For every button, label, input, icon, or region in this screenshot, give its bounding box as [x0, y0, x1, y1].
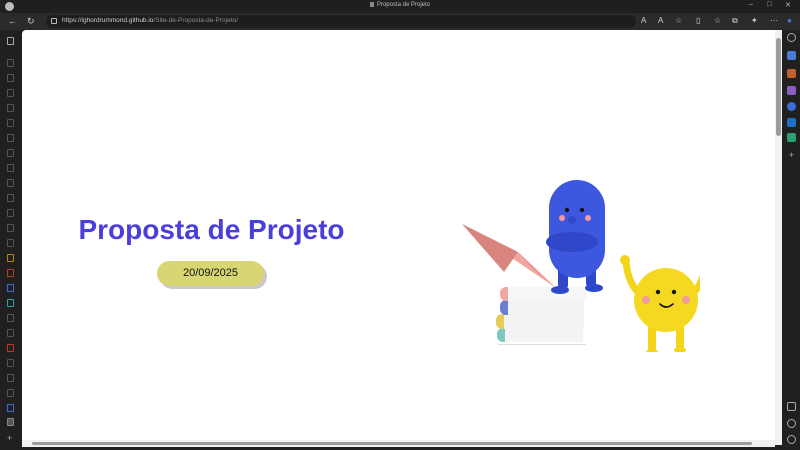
blue-character-icon [546, 180, 605, 294]
settings-gear-icon[interactable] [787, 435, 796, 444]
page-title: Proposta de Projeto [78, 214, 345, 245]
tab-icon[interactable] [7, 164, 14, 172]
url-host: https://ighordrummond.github.io [62, 17, 154, 24]
tab-icon[interactable] [7, 269, 14, 277]
new-tab-icon[interactable]: + [7, 434, 14, 443]
web-page: Proposta de Projeto 20/09/2025 [22, 30, 782, 445]
edge-sidebar: + [783, 30, 800, 450]
tab-icon[interactable] [7, 119, 14, 127]
tab-icon[interactable] [7, 74, 14, 82]
tab-icon[interactable] [7, 134, 14, 142]
tools-icon[interactable] [787, 69, 796, 78]
tab-icon[interactable] [7, 89, 14, 97]
tab-icon[interactable] [7, 224, 14, 232]
book-stack-icon [496, 287, 586, 345]
active-tab-icon[interactable] [7, 418, 14, 426]
tab-icon[interactable] [7, 104, 14, 112]
window-title-text: Proposta de Projeto [376, 2, 431, 9]
address-toolbar: ← ↻ https://ighordrummond.github.io/Site… [0, 13, 800, 30]
games-icon[interactable] [787, 86, 796, 95]
lock-icon [51, 18, 57, 24]
collections-icon[interactable]: ⧉ [732, 16, 738, 26]
search-icon[interactable] [787, 33, 796, 42]
more-menu-icon[interactable]: ··· [770, 16, 778, 26]
favorites-icon[interactable]: ☆ [714, 16, 721, 26]
horizontal-scrollbar[interactable] [22, 440, 775, 447]
outlook-icon[interactable] [787, 118, 796, 127]
sidebar-toggle-icon[interactable] [7, 37, 14, 45]
vertical-tabs-sidebar: + [0, 30, 22, 450]
read-aloud-icon[interactable]: A [658, 16, 663, 26]
back-icon[interactable]: ← [8, 15, 17, 27]
sidebar-layout-icon[interactable] [787, 402, 796, 411]
tab-icon[interactable] [7, 299, 14, 307]
copilot-icon[interactable]: ● [787, 16, 792, 26]
tab-icon[interactable] [7, 59, 14, 67]
refresh-icon[interactable]: ↻ [27, 15, 35, 27]
drop-icon[interactable] [787, 133, 796, 142]
tab-icon[interactable] [7, 389, 14, 397]
vertical-scroll-thumb[interactable] [776, 38, 781, 136]
share-icon[interactable] [787, 419, 796, 428]
tab-icon[interactable] [7, 179, 14, 187]
url-text[interactable]: https://ighordrummond.github.io/Site-de-… [62, 17, 238, 24]
tab-icon[interactable] [7, 149, 14, 157]
characters-illustration [462, 180, 700, 352]
tab-icon[interactable] [7, 359, 14, 367]
shopping-icon[interactable] [787, 51, 796, 60]
url-path: /Site-de-Proposta-de-Projeto/ [153, 17, 238, 24]
page-favicon-icon [369, 2, 374, 7]
tab-icon[interactable] [7, 254, 14, 262]
vertical-scrollbar[interactable] [775, 30, 782, 445]
split-screen-icon[interactable]: ▯ [696, 16, 700, 26]
address-bar[interactable]: https://ighordrummond.github.io/Site-de-… [46, 15, 636, 28]
date-badge: 20/09/2025 [157, 261, 264, 286]
paper-plane-icon [462, 224, 556, 288]
window-title: Proposta de Projeto [0, 2, 800, 8]
tab-icon[interactable] [7, 239, 14, 247]
tab-icon[interactable] [7, 314, 14, 322]
window-titlebar: Proposta de Projeto – □ ✕ [0, 0, 800, 13]
extensions-icon[interactable]: ✦ [751, 16, 758, 26]
copilot-sidebar-icon[interactable] [787, 102, 796, 111]
close-icon[interactable]: ✕ [785, 1, 791, 9]
add-sidebar-app-icon[interactable]: + [787, 151, 796, 160]
translate-icon[interactable]: A [641, 16, 646, 26]
tab-icon[interactable] [7, 374, 14, 382]
tab-icon[interactable] [7, 209, 14, 217]
minimize-icon[interactable]: – [749, 1, 753, 8]
favorite-star-icon[interactable]: ☆ [675, 16, 682, 26]
maximize-icon[interactable]: □ [767, 1, 771, 8]
tab-icon[interactable] [7, 194, 14, 202]
yellow-character-icon [620, 255, 700, 352]
tab-icon[interactable] [7, 329, 14, 337]
horizontal-scroll-thumb[interactable] [32, 442, 752, 445]
tab-icon[interactable] [7, 404, 14, 412]
tab-icon[interactable] [7, 344, 14, 352]
tab-icon[interactable] [7, 284, 14, 292]
